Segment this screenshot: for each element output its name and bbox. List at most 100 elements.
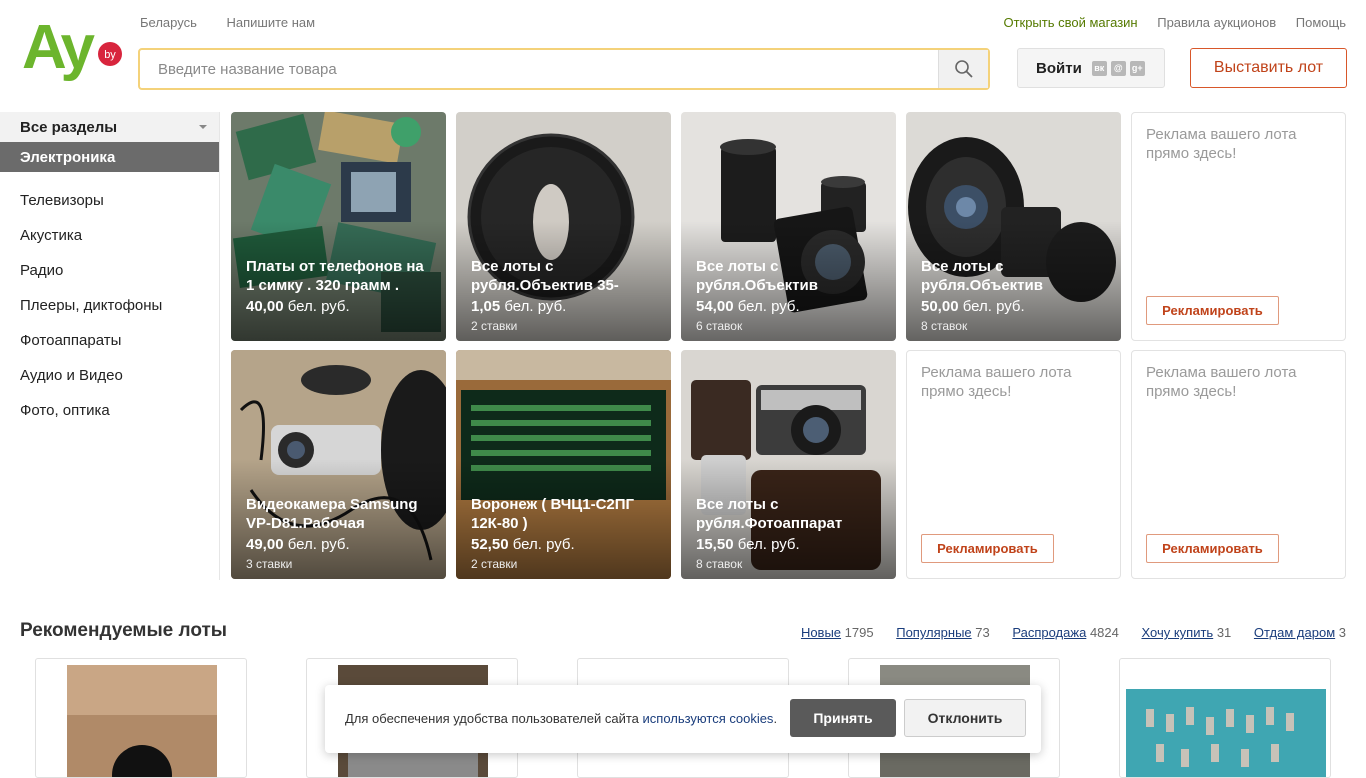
lot-tile[interactable]: Все лоты с рубля.Объектив 50,00 бел. руб…: [906, 112, 1121, 341]
lot-price: 49,00 бел. руб.: [246, 536, 350, 553]
header: Ay by Беларусь Напишите нам Открыть свой…: [0, 0, 1366, 100]
ad-text: Реклама вашего лота прямо здесь!: [1146, 364, 1297, 400]
tab-new-link[interactable]: Новые: [801, 625, 841, 640]
top-left-links: Беларусь Напишите нам: [140, 15, 341, 30]
tab-new: Новые 1795: [801, 625, 874, 640]
lot-tile[interactable]: Все лоты с рубля.Объектив 35- 1,05 бел. …: [456, 112, 671, 341]
lot-bids: 6 ставок: [696, 319, 743, 333]
site-logo[interactable]: Ay by: [22, 13, 124, 84]
tab-popular: Популярные 73: [896, 625, 990, 640]
category-sidebar: Все разделы Электроника Телевизоры Акуст…: [0, 112, 220, 580]
tab-want-buy: Хочу купить 31: [1141, 625, 1231, 640]
lot-currency: бел. руб.: [737, 298, 800, 315]
mail-icon[interactable]: @: [1110, 60, 1126, 76]
recommended-card[interactable]: [1119, 658, 1331, 778]
lot-tile[interactable]: Воронеж ( ВЧЦ1-С2ПГ 12К-80 ) 52,50 бел. …: [456, 350, 671, 579]
lot-price: 52,50 бел. руб.: [471, 536, 575, 553]
google-plus-icon[interactable]: g+: [1129, 60, 1145, 76]
lot-tile[interactable]: Все лоты с рубля.Фотоаппарат 15,50 бел. …: [681, 350, 896, 579]
cookie-link[interactable]: используются cookies: [643, 711, 774, 726]
lot-currency: бел. руб.: [737, 536, 800, 553]
tab-want-buy-link[interactable]: Хочу купить: [1141, 625, 1213, 640]
vk-icon[interactable]: вк: [1091, 60, 1107, 76]
lot-price-value: 40,00: [246, 298, 284, 315]
tab-sale: Распродажа 4824: [1012, 625, 1118, 640]
region-link[interactable]: Беларусь: [140, 15, 197, 30]
lot-price-value: 52,50: [471, 536, 509, 553]
help-link[interactable]: Помощь: [1296, 15, 1346, 30]
lot-price: 54,00 бел. руб.: [696, 298, 800, 315]
search-button[interactable]: [938, 50, 988, 88]
lot-bids: 2 ставки: [471, 319, 518, 333]
sidebar-item[interactable]: Фотоаппараты: [0, 323, 219, 358]
contact-link[interactable]: Напишите нам: [226, 15, 315, 30]
lot-title: Воронеж ( ВЧЦ1-С2ПГ 12К-80 ): [471, 496, 635, 532]
lot-price: 1,05 бел. руб.: [471, 298, 566, 315]
lot-currency: бел. руб.: [512, 536, 575, 553]
top-right-links: Открыть свой магазин Правила аукционов П…: [987, 15, 1346, 30]
sidebar-item[interactable]: Акустика: [0, 218, 219, 253]
lot-currency: бел. руб.: [287, 298, 350, 315]
lot-currency: бел. руб.: [287, 536, 350, 553]
cookie-message: Для обеспечения удобства пользователей с…: [345, 711, 639, 726]
ad-text: Реклама вашего лота прямо здесь!: [1146, 126, 1297, 162]
all-sections-dropdown[interactable]: Все разделы: [0, 112, 219, 142]
search-icon: [954, 60, 973, 78]
tab-count: 73: [975, 625, 990, 640]
login-label: Войти: [1036, 59, 1082, 77]
sell-lot-button[interactable]: Выставить лот: [1190, 48, 1347, 88]
tab-count: 4824: [1089, 625, 1119, 640]
svg-text:by: by: [104, 49, 116, 61]
lot-price-value: 1,05: [471, 298, 501, 315]
tab-popular-link[interactable]: Популярные: [896, 625, 971, 640]
lot-bids: 8 ставок: [921, 319, 968, 333]
open-shop-link[interactable]: Открыть свой магазин: [1003, 15, 1137, 30]
cookie-text: Для обеспечения удобства пользователей с…: [345, 711, 777, 726]
sidebar-item[interactable]: Радио: [0, 253, 219, 288]
tab-sale-link[interactable]: Распродажа: [1012, 625, 1086, 640]
advertise-button[interactable]: Рекламировать: [1146, 296, 1279, 325]
lot-title: Платы от телефонов на 1 симку . 320 грам…: [246, 258, 424, 294]
ad-slot: Реклама вашего лота прямо здесь! Реклами…: [1131, 112, 1346, 341]
lot-currency: бел. руб.: [504, 298, 567, 315]
lot-tile[interactable]: Все лоты с рубля.Объектив 54,00 бел. руб…: [681, 112, 896, 341]
tab-give-away: Отдам даром 3: [1254, 625, 1346, 640]
lot-price-value: 15,50: [696, 536, 734, 553]
advertise-button[interactable]: Рекламировать: [921, 534, 1054, 563]
tab-count: 1795: [844, 625, 874, 640]
accept-cookies-button[interactable]: Принять: [790, 699, 896, 737]
tab-count: 31: [1216, 625, 1232, 640]
sidebar-item[interactable]: Телевизоры: [0, 183, 219, 218]
sidebar-item[interactable]: Аудио и Видео: [0, 358, 219, 393]
ad-text: Реклама вашего лота прямо здесь!: [921, 364, 1072, 400]
lot-bids: 8 ставок: [696, 557, 743, 571]
lot-title: Все лоты с рубля.Объектив 35-: [471, 258, 619, 294]
caret-down-icon: [199, 125, 207, 129]
lot-title: Все лоты с рубля.Объектив: [696, 258, 818, 294]
svg-text:Ay: Ay: [22, 14, 95, 82]
category-list: Телевизоры Акустика Радио Плееры, диктоф…: [0, 183, 219, 428]
lot-price: 50,00 бел. руб.: [921, 298, 1025, 315]
lot-tile[interactable]: Платы от телефонов на 1 симку . 320 грам…: [231, 112, 446, 341]
lot-bids: 3 ставки: [246, 557, 293, 571]
search-bar: [138, 48, 990, 90]
sidebar-item[interactable]: Плееры, диктофоны: [0, 288, 219, 323]
recommended-card[interactable]: [35, 658, 247, 778]
card-photo: [1126, 689, 1326, 777]
lot-price: 40,00 бел. руб.: [246, 298, 350, 315]
cookie-banner: Для обеспечения удобства пользователей с…: [325, 685, 1041, 753]
login-button[interactable]: Войти вк @ g+: [1017, 48, 1165, 88]
lot-price-value: 54,00: [696, 298, 734, 315]
lot-tile[interactable]: Видеокамера Samsung VP-D81.Рабочая 49,00…: [231, 350, 446, 579]
search-input[interactable]: [140, 50, 938, 88]
sidebar-item[interactable]: Фото, оптика: [0, 393, 219, 428]
lot-price-value: 49,00: [246, 536, 284, 553]
tab-give-away-link[interactable]: Отдам даром: [1254, 625, 1335, 640]
lot-currency: бел. руб.: [962, 298, 1025, 315]
auction-rules-link[interactable]: Правила аукционов: [1157, 15, 1276, 30]
advertise-button[interactable]: Рекламировать: [1146, 534, 1279, 563]
lot-title: Все лоты с рубля.Объектив: [921, 258, 1043, 294]
sidebar-item-active[interactable]: Электроника: [0, 142, 219, 172]
decline-cookies-button[interactable]: Отклонить: [904, 699, 1026, 737]
recommended-tabs: Новые 1795 Популярные 73 Распродажа 4824…: [782, 625, 1346, 640]
